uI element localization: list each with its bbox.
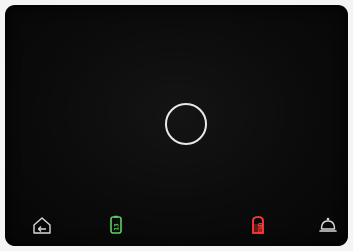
touch-panel: 13 END xyxy=(5,5,348,246)
service-bell-icon xyxy=(319,217,337,232)
home-back-button[interactable] xyxy=(31,215,53,235)
home-back-icon xyxy=(33,217,51,234)
red-key-button[interactable]: END xyxy=(250,215,266,235)
green-key-button[interactable]: 13 xyxy=(108,215,124,235)
service-bell-button[interactable] xyxy=(318,215,338,235)
green-key-label: 13 xyxy=(113,223,121,231)
red-key-label: END xyxy=(257,222,265,234)
center-ring-button[interactable] xyxy=(165,103,207,145)
